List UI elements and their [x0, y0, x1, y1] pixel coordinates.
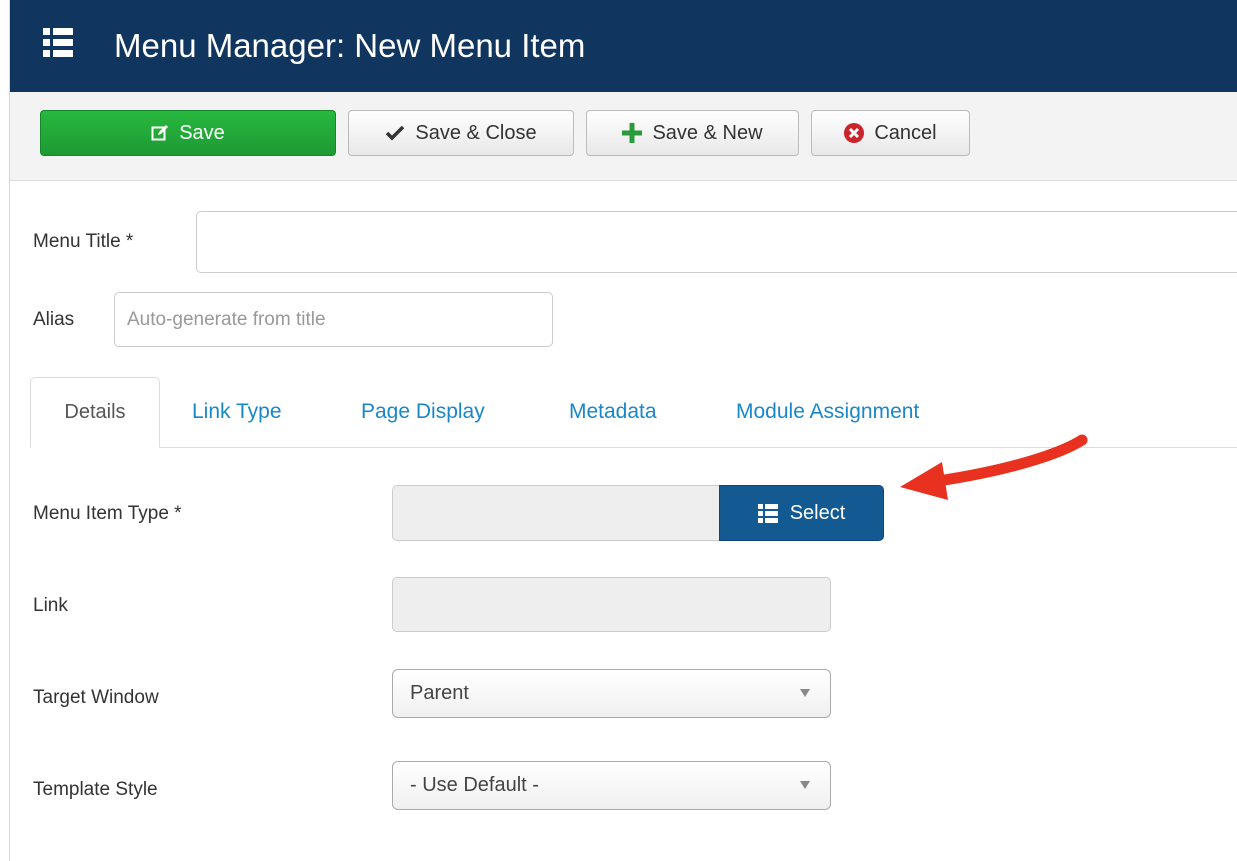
tab-module-assignment[interactable]: Module Assignment: [736, 398, 919, 426]
save-button[interactable]: Save: [40, 110, 336, 156]
alias-input[interactable]: [114, 292, 553, 347]
menu-title-label: Menu Title *: [33, 231, 134, 252]
save-new-button[interactable]: Save & New: [586, 110, 799, 156]
cancel-button[interactable]: Cancel: [811, 110, 970, 156]
page-title: Menu Manager: New Menu Item: [114, 27, 586, 64]
menu-item-type-label: Menu Item Type *: [33, 503, 182, 524]
save-close-label: Save & Close: [415, 121, 537, 144]
template-style-select[interactable]: - Use Default -: [392, 761, 831, 810]
list-icon: [43, 28, 73, 57]
target-window-value: Parent: [410, 682, 469, 704]
menu-item-type-field: [392, 485, 720, 541]
target-window-label: Target Window: [33, 687, 159, 708]
cancel-label: Cancel: [874, 121, 937, 144]
toolbar: Save Save & Close Save & New Cancel: [10, 92, 1237, 181]
page-header: Menu Manager: New Menu Item: [10, 0, 1237, 92]
edit-icon: [151, 124, 169, 142]
tab-page-display[interactable]: Page Display: [361, 398, 485, 426]
list-icon: [757, 503, 778, 523]
tab-link-type[interactable]: Link Type: [192, 398, 282, 426]
checkmark-icon: [385, 124, 405, 142]
template-style-label: Template Style: [33, 779, 158, 800]
template-style-value: - Use Default -: [410, 774, 539, 796]
plus-icon: [622, 123, 643, 143]
save-new-label: Save & New: [652, 121, 763, 144]
caret-down-icon: [800, 689, 810, 697]
link-field: [392, 577, 831, 632]
tab-details[interactable]: Details: [30, 377, 160, 448]
link-label: Link: [33, 595, 68, 616]
annotation-arrow: [900, 434, 1088, 500]
menu-title-input[interactable]: [196, 211, 1237, 273]
select-button[interactable]: Select: [719, 485, 884, 541]
select-label: Select: [789, 501, 846, 524]
alias-label: Alias: [33, 309, 75, 330]
caret-down-icon: [800, 781, 810, 789]
tab-metadata[interactable]: Metadata: [569, 398, 657, 426]
save-label: Save: [179, 121, 225, 144]
save-close-button[interactable]: Save & Close: [348, 110, 574, 156]
cancel-icon: [844, 123, 865, 143]
target-window-select[interactable]: Parent: [392, 669, 831, 718]
